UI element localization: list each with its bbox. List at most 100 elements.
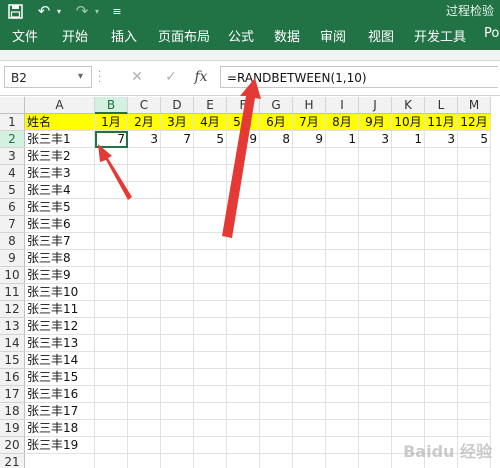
cell-f12[interactable]: [227, 301, 260, 318]
cell-h8[interactable]: [293, 233, 326, 250]
cell-g16[interactable]: [260, 369, 293, 386]
cell-d20[interactable]: [161, 437, 194, 454]
cell-a2[interactable]: 张三丰1: [25, 131, 95, 148]
cell-m1[interactable]: 12月: [458, 114, 491, 131]
cell-l5[interactable]: [425, 182, 458, 199]
cell-l17[interactable]: [425, 386, 458, 403]
cell-b1[interactable]: 1月: [95, 114, 128, 131]
tab-formulas[interactable]: 公式: [228, 26, 254, 45]
cell-d9[interactable]: [161, 250, 194, 267]
cell-j10[interactable]: [359, 267, 392, 284]
cell-g2[interactable]: 8: [260, 131, 293, 148]
cell-h19[interactable]: [293, 420, 326, 437]
cell-j5[interactable]: [359, 182, 392, 199]
cell-f19[interactable]: [227, 420, 260, 437]
cell-g20[interactable]: [260, 437, 293, 454]
cell-a8[interactable]: 张三丰7: [25, 233, 95, 250]
cell-i2[interactable]: 1: [326, 131, 359, 148]
cell-l2[interactable]: 3: [425, 131, 458, 148]
cell-h2[interactable]: 9: [293, 131, 326, 148]
cell-a21[interactable]: [25, 454, 95, 468]
cell-i3[interactable]: [326, 148, 359, 165]
cell-j20[interactable]: [359, 437, 392, 454]
cell-j8[interactable]: [359, 233, 392, 250]
undo-icon[interactable]: ↶: [34, 1, 54, 21]
cell-h21[interactable]: [293, 454, 326, 468]
tab-view[interactable]: 视图: [368, 26, 394, 45]
cell-l13[interactable]: [425, 318, 458, 335]
cell-b7[interactable]: [95, 216, 128, 233]
cell-a20[interactable]: 张三丰19: [25, 437, 95, 454]
cell-l12[interactable]: [425, 301, 458, 318]
cell-k15[interactable]: [392, 352, 425, 369]
cell-i8[interactable]: [326, 233, 359, 250]
cell-a18[interactable]: 张三丰17: [25, 403, 95, 420]
row-header-10[interactable]: 10: [0, 267, 25, 284]
cell-f5[interactable]: [227, 182, 260, 199]
cell-d16[interactable]: [161, 369, 194, 386]
cell-c19[interactable]: [128, 420, 161, 437]
cell-g1[interactable]: 6月: [260, 114, 293, 131]
cell-k7[interactable]: [392, 216, 425, 233]
cell-e16[interactable]: [194, 369, 227, 386]
cell-f11[interactable]: [227, 284, 260, 301]
cell-a6[interactable]: 张三丰5: [25, 199, 95, 216]
cell-l8[interactable]: [425, 233, 458, 250]
formula-input[interactable]: =RANDBETWEEN(1,10): [220, 66, 498, 88]
cell-a14[interactable]: 张三丰13: [25, 335, 95, 352]
cell-g7[interactable]: [260, 216, 293, 233]
cell-i19[interactable]: [326, 420, 359, 437]
cell-j16[interactable]: [359, 369, 392, 386]
cell-f7[interactable]: [227, 216, 260, 233]
cell-c9[interactable]: [128, 250, 161, 267]
cell-a10[interactable]: 张三丰9: [25, 267, 95, 284]
cell-m8[interactable]: [458, 233, 491, 250]
cell-b21[interactable]: [95, 454, 128, 468]
redo-dropdown-icon[interactable]: ▾: [92, 1, 102, 21]
cell-j18[interactable]: [359, 403, 392, 420]
cell-e12[interactable]: [194, 301, 227, 318]
cell-e15[interactable]: [194, 352, 227, 369]
cell-a13[interactable]: 张三丰12: [25, 318, 95, 335]
tab-home[interactable]: 开始: [62, 26, 88, 45]
tab-data[interactable]: 数据: [274, 26, 300, 45]
cell-k17[interactable]: [392, 386, 425, 403]
cell-a15[interactable]: 张三丰14: [25, 352, 95, 369]
cell-d14[interactable]: [161, 335, 194, 352]
cell-f3[interactable]: [227, 148, 260, 165]
save-icon[interactable]: [4, 1, 26, 21]
cell-g18[interactable]: [260, 403, 293, 420]
cell-f1[interactable]: 5月: [227, 114, 260, 131]
cell-k11[interactable]: [392, 284, 425, 301]
cell-i4[interactable]: [326, 165, 359, 182]
row-header-2[interactable]: 2: [0, 131, 25, 148]
cell-d15[interactable]: [161, 352, 194, 369]
cell-c5[interactable]: [128, 182, 161, 199]
cell-k13[interactable]: [392, 318, 425, 335]
cell-g13[interactable]: [260, 318, 293, 335]
cell-i10[interactable]: [326, 267, 359, 284]
cell-m15[interactable]: [458, 352, 491, 369]
cell-m10[interactable]: [458, 267, 491, 284]
cell-c1[interactable]: 2月: [128, 114, 161, 131]
cell-l1[interactable]: 11月: [425, 114, 458, 131]
cancel-icon[interactable]: ✕: [126, 66, 148, 88]
row-header-15[interactable]: 15: [0, 352, 25, 369]
cell-b13[interactable]: [95, 318, 128, 335]
cell-g4[interactable]: [260, 165, 293, 182]
cell-b9[interactable]: [95, 250, 128, 267]
cell-f2[interactable]: 9: [227, 131, 260, 148]
cell-h6[interactable]: [293, 199, 326, 216]
cell-g3[interactable]: [260, 148, 293, 165]
cell-f6[interactable]: [227, 199, 260, 216]
column-header-c[interactable]: C: [128, 97, 161, 114]
cell-l19[interactable]: [425, 420, 458, 437]
cell-e7[interactable]: [194, 216, 227, 233]
column-header-e[interactable]: E: [194, 97, 227, 114]
row-header-6[interactable]: 6: [0, 199, 25, 216]
cell-k14[interactable]: [392, 335, 425, 352]
cell-g11[interactable]: [260, 284, 293, 301]
cell-j11[interactable]: [359, 284, 392, 301]
cell-i17[interactable]: [326, 386, 359, 403]
cell-i16[interactable]: [326, 369, 359, 386]
